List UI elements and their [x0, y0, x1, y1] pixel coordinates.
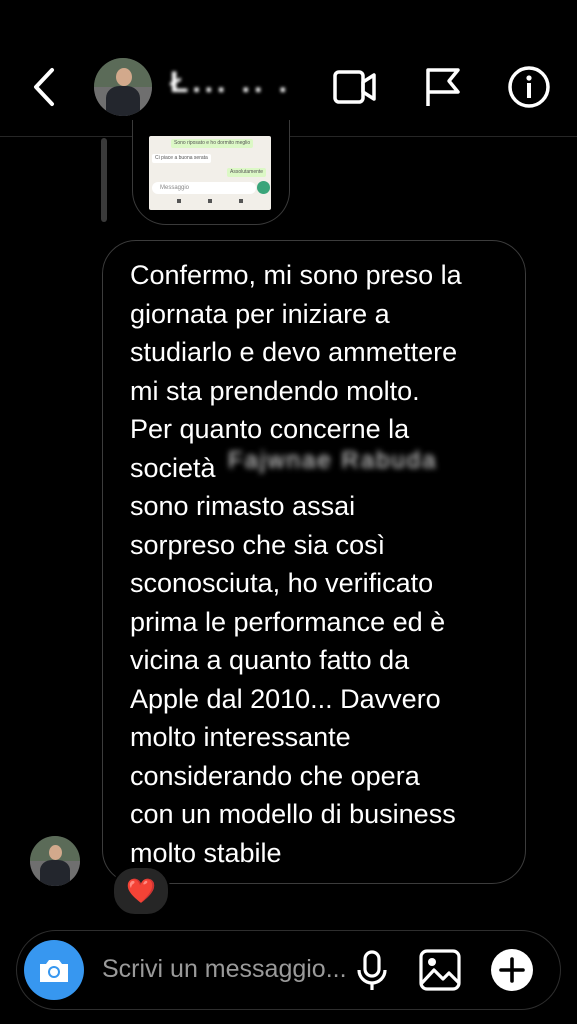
contact-name[interactable]: Ł... .. . — [170, 66, 291, 100]
shared-image[interactable]: Sono riposato e ho dormito meglio Ci pia… — [132, 120, 290, 225]
wa-message: Assolutamente — [227, 168, 267, 177]
wa-nav-icon — [208, 199, 212, 203]
wa-nav-icon — [239, 199, 243, 203]
message-text: Confermo, mi sono preso la giornata per … — [130, 260, 462, 868]
whatsapp-screenshot: Sono riposato e ho dormito meglio Ci pia… — [149, 136, 271, 210]
chat-header: Ł... .. . — [0, 0, 577, 137]
wa-message: Sono riposato e ho dormito meglio — [171, 139, 254, 148]
wa-input: Messaggio — [152, 182, 256, 194]
plus-circle-icon[interactable] — [488, 946, 536, 994]
sender-avatar[interactable] — [30, 836, 80, 886]
back-chevron-icon[interactable] — [26, 62, 66, 112]
contact-avatar[interactable] — [94, 58, 152, 116]
info-icon[interactable] — [504, 62, 554, 112]
wa-message: Ci piace a buona serata — [152, 154, 211, 163]
wa-nav-icon — [177, 199, 181, 203]
redacted-company-name: Fajwnae Rabuda — [228, 447, 438, 474]
microphone-icon[interactable] — [348, 946, 396, 994]
flag-icon[interactable] — [418, 62, 468, 112]
wa-send-icon — [257, 181, 270, 194]
camera-icon — [40, 960, 68, 982]
heart-reaction[interactable]: ❤️ — [112, 866, 170, 916]
reply-indicator — [101, 138, 107, 222]
message-input[interactable]: Scrivi un messaggio... — [102, 955, 347, 984]
camera-button[interactable] — [24, 940, 84, 1000]
video-camera-icon[interactable] — [330, 62, 380, 112]
image-icon[interactable] — [416, 946, 464, 994]
